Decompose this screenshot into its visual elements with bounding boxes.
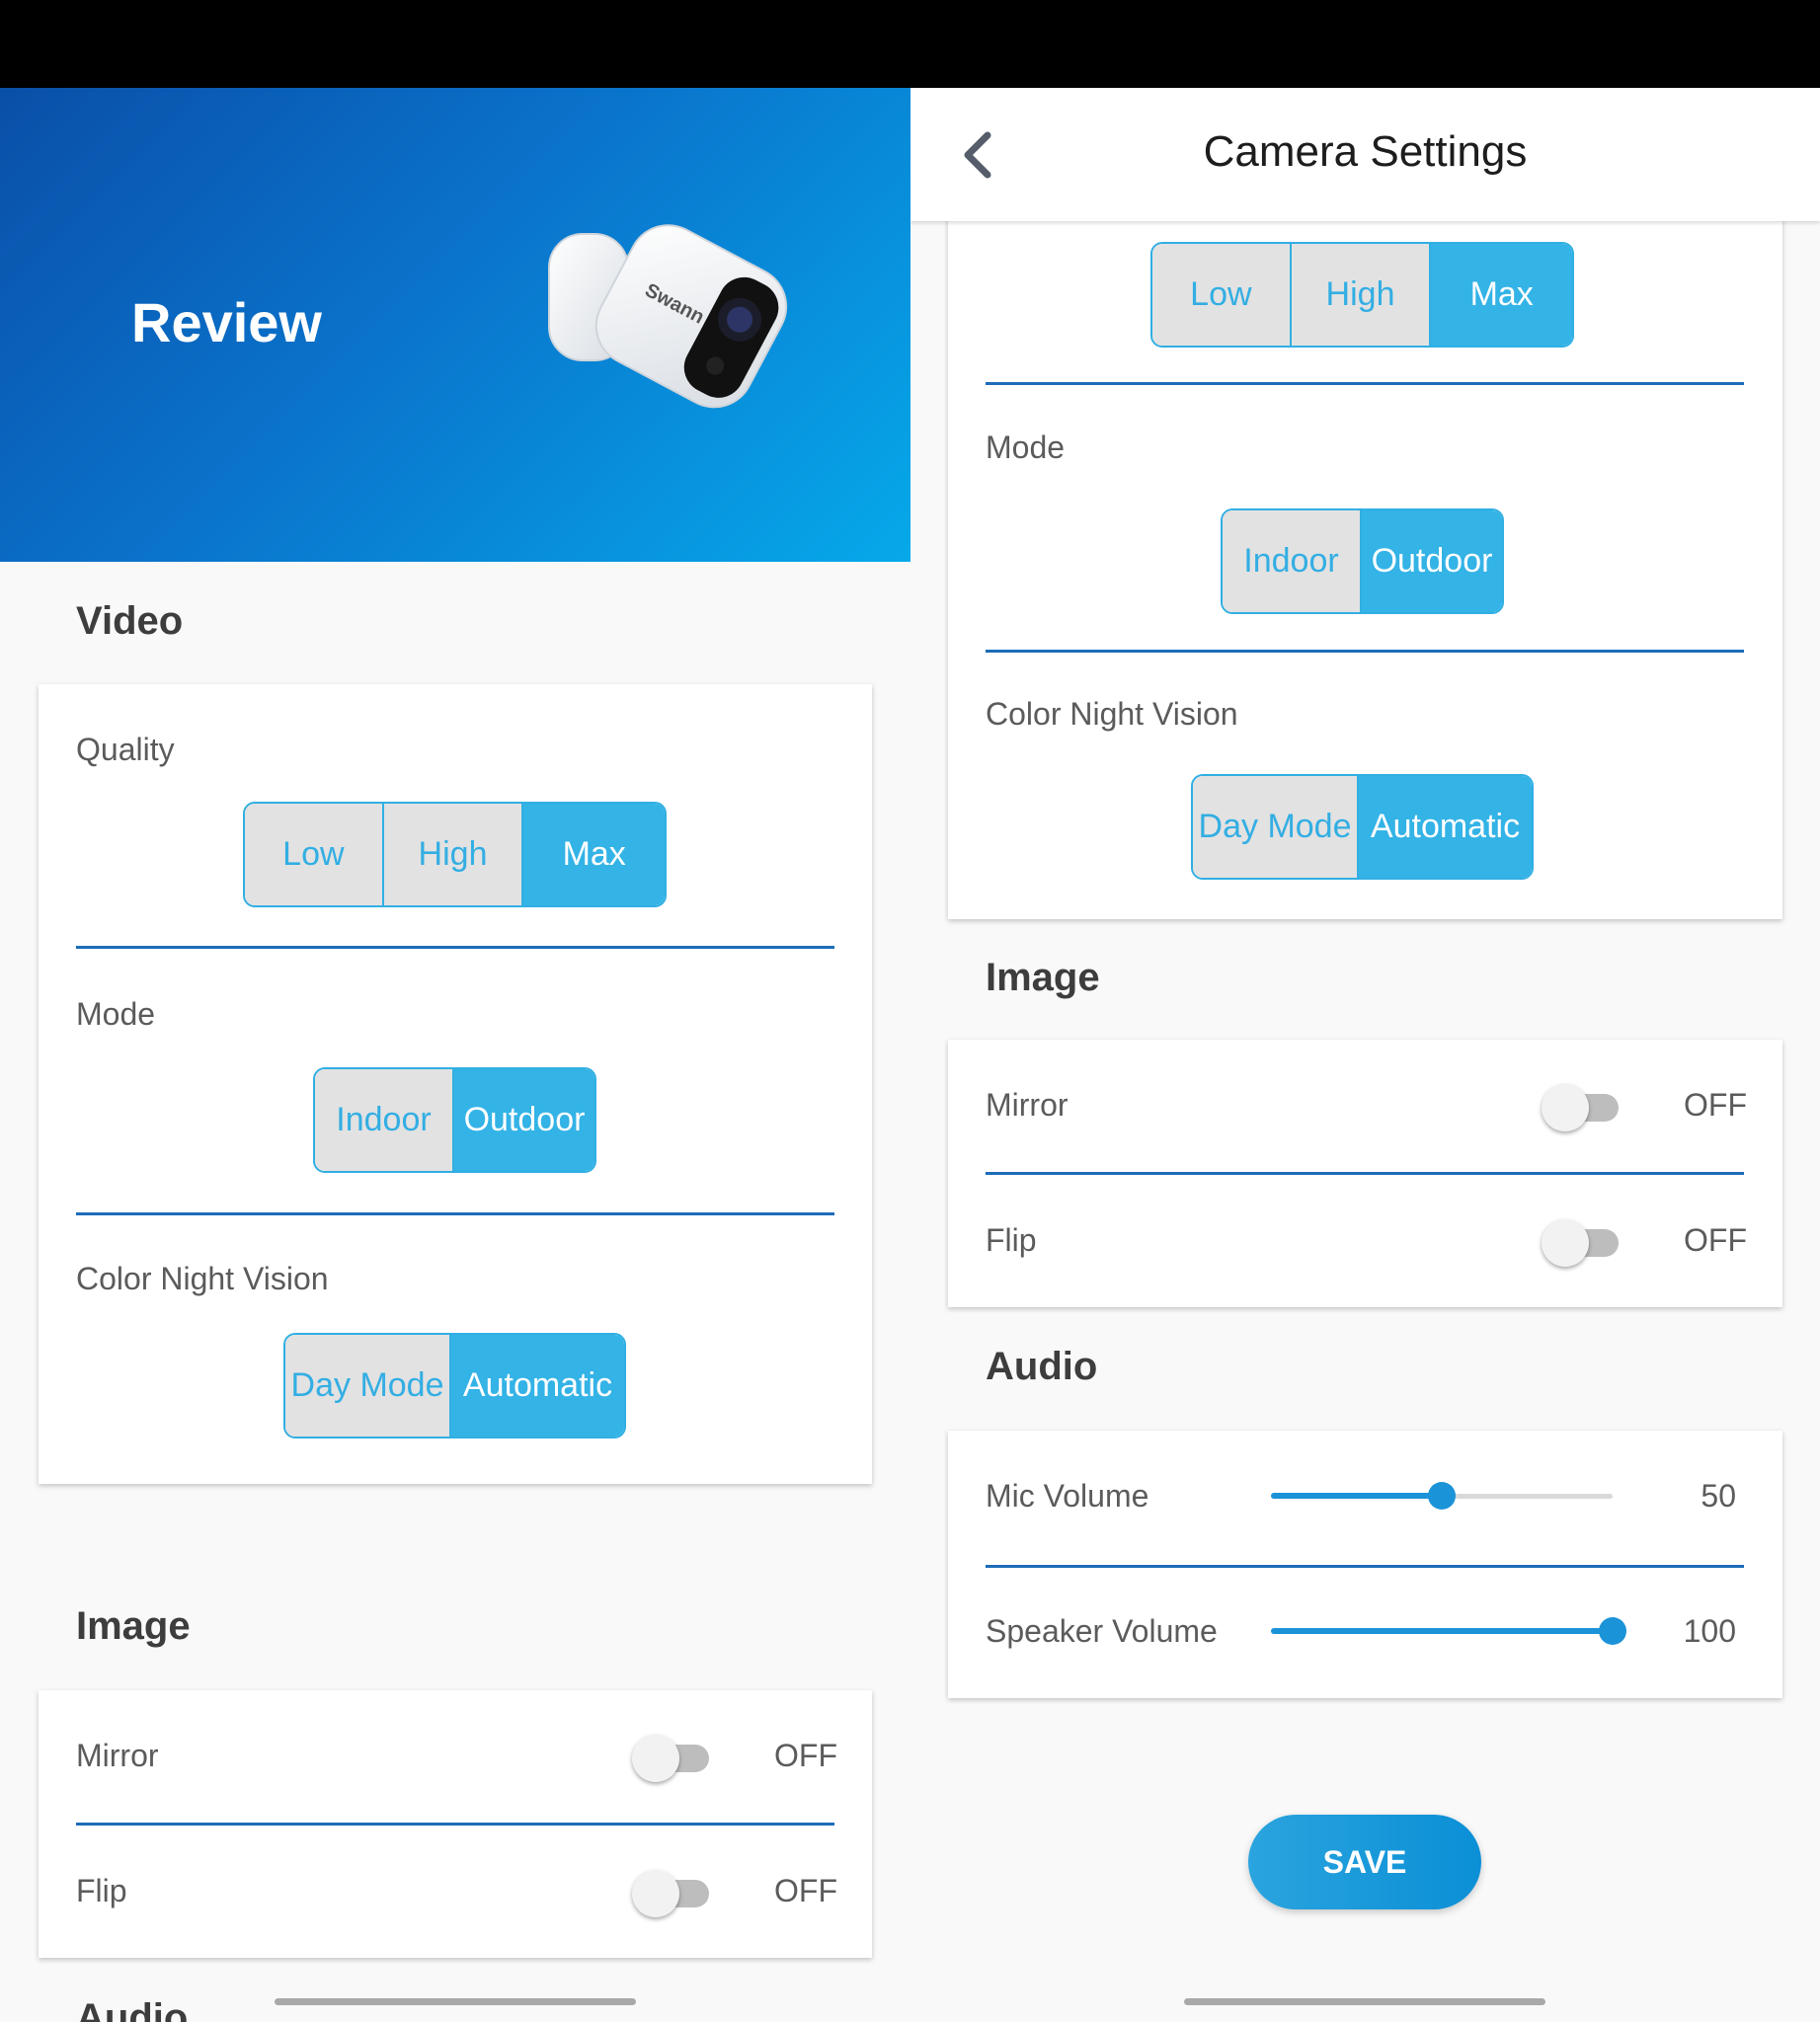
mode-segmented-control: Indoor Outdoor xyxy=(313,1067,596,1173)
slider-thumb[interactable] xyxy=(1428,1482,1456,1510)
quality-option-high[interactable]: High xyxy=(1291,244,1432,346)
divider xyxy=(986,382,1744,385)
left-screen: Review Swann Video Quality Low High Max … xyxy=(0,88,910,2022)
save-button[interactable]: SAVE xyxy=(1248,1815,1481,1909)
divider xyxy=(986,650,1744,653)
flip-label: Flip xyxy=(76,1873,127,1908)
quality-segmented-control: Low High Max xyxy=(1150,242,1574,348)
mic-volume-value: 50 xyxy=(1701,1478,1736,1514)
night-vision-option-automatic[interactable]: Automatic xyxy=(451,1335,624,1437)
mirror-label: Mirror xyxy=(986,1087,1068,1123)
video-card: Low High Max Mode Indoor Outdoor Color N… xyxy=(948,127,1782,919)
divider xyxy=(986,1565,1744,1568)
divider xyxy=(986,1172,1744,1175)
flip-state: OFF xyxy=(774,1873,837,1908)
mirror-state: OFF xyxy=(774,1738,837,1773)
flip-toggle[interactable] xyxy=(1542,1215,1622,1271)
speaker-volume-value: 100 xyxy=(1683,1613,1736,1649)
mode-segmented-control: Indoor Outdoor xyxy=(1221,508,1504,614)
app-header: Camera Settings xyxy=(910,88,1820,221)
quality-option-low[interactable]: Low xyxy=(245,804,384,905)
camera-product-image: Swann xyxy=(548,224,788,409)
quality-segmented-control: Low High Max xyxy=(243,802,667,907)
quality-option-max[interactable]: Max xyxy=(523,804,665,905)
night-vision-option-day-mode[interactable]: Day Mode xyxy=(1193,776,1360,878)
mirror-label: Mirror xyxy=(76,1738,159,1773)
night-vision-segmented-control: Day Mode Automatic xyxy=(1191,774,1534,880)
divider xyxy=(76,1212,834,1215)
image-card: Mirror OFF Flip OFF xyxy=(948,1040,1782,1307)
mode-option-outdoor[interactable]: Outdoor xyxy=(454,1069,594,1171)
mic-volume-label: Mic Volume xyxy=(986,1478,1149,1514)
hero-banner: Review Swann xyxy=(0,88,910,562)
quality-option-high[interactable]: High xyxy=(383,804,524,905)
flip-state: OFF xyxy=(1684,1222,1747,1258)
home-indicator xyxy=(275,1998,636,2005)
slider-thumb[interactable] xyxy=(1599,1617,1626,1645)
night-vision-label: Color Night Vision xyxy=(986,696,1238,732)
page-title: Camera Settings xyxy=(1203,127,1528,176)
speaker-volume-slider[interactable] xyxy=(1271,1611,1626,1651)
video-section-title: Video xyxy=(76,599,184,643)
flip-label: Flip xyxy=(986,1222,1037,1258)
image-section-title: Image xyxy=(76,1604,191,1648)
mic-volume-slider[interactable] xyxy=(1271,1476,1613,1516)
mode-option-indoor[interactable]: Indoor xyxy=(1223,510,1363,612)
mode-option-outdoor[interactable]: Outdoor xyxy=(1362,510,1502,612)
quality-option-max[interactable]: Max xyxy=(1431,244,1572,346)
home-indicator xyxy=(1184,1998,1545,2005)
right-screen: Camera Settings Low High Max Mode Indoor… xyxy=(910,88,1820,2022)
mirror-state: OFF xyxy=(1684,1087,1747,1123)
video-card: Quality Low High Max Mode Indoor Outdoor… xyxy=(39,684,872,1484)
divider xyxy=(76,946,834,949)
audio-section-title: Audio xyxy=(986,1345,1098,1388)
image-section-title: Image xyxy=(986,956,1100,999)
mirror-toggle[interactable] xyxy=(632,1731,713,1786)
mirror-toggle[interactable] xyxy=(1542,1080,1622,1135)
hero-title: Review xyxy=(131,291,322,353)
night-vision-option-automatic[interactable]: Automatic xyxy=(1359,776,1532,878)
night-vision-label: Color Night Vision xyxy=(76,1261,329,1296)
night-vision-segmented-control: Day Mode Automatic xyxy=(283,1333,626,1439)
flip-toggle[interactable] xyxy=(632,1866,713,1921)
night-vision-option-day-mode[interactable]: Day Mode xyxy=(285,1335,452,1437)
audio-card: Mic Volume 50 Speaker Volume 100 xyxy=(948,1431,1782,1698)
speaker-volume-label: Speaker Volume xyxy=(986,1613,1218,1649)
mode-label: Mode xyxy=(76,996,156,1032)
quality-label: Quality xyxy=(76,732,175,767)
mode-label: Mode xyxy=(986,429,1066,465)
image-card: Mirror OFF Flip OFF xyxy=(39,1690,872,1958)
mode-option-indoor[interactable]: Indoor xyxy=(315,1069,455,1171)
divider xyxy=(76,1823,834,1826)
audio-section-title: Audio xyxy=(76,1996,189,2022)
quality-option-low[interactable]: Low xyxy=(1152,244,1292,346)
